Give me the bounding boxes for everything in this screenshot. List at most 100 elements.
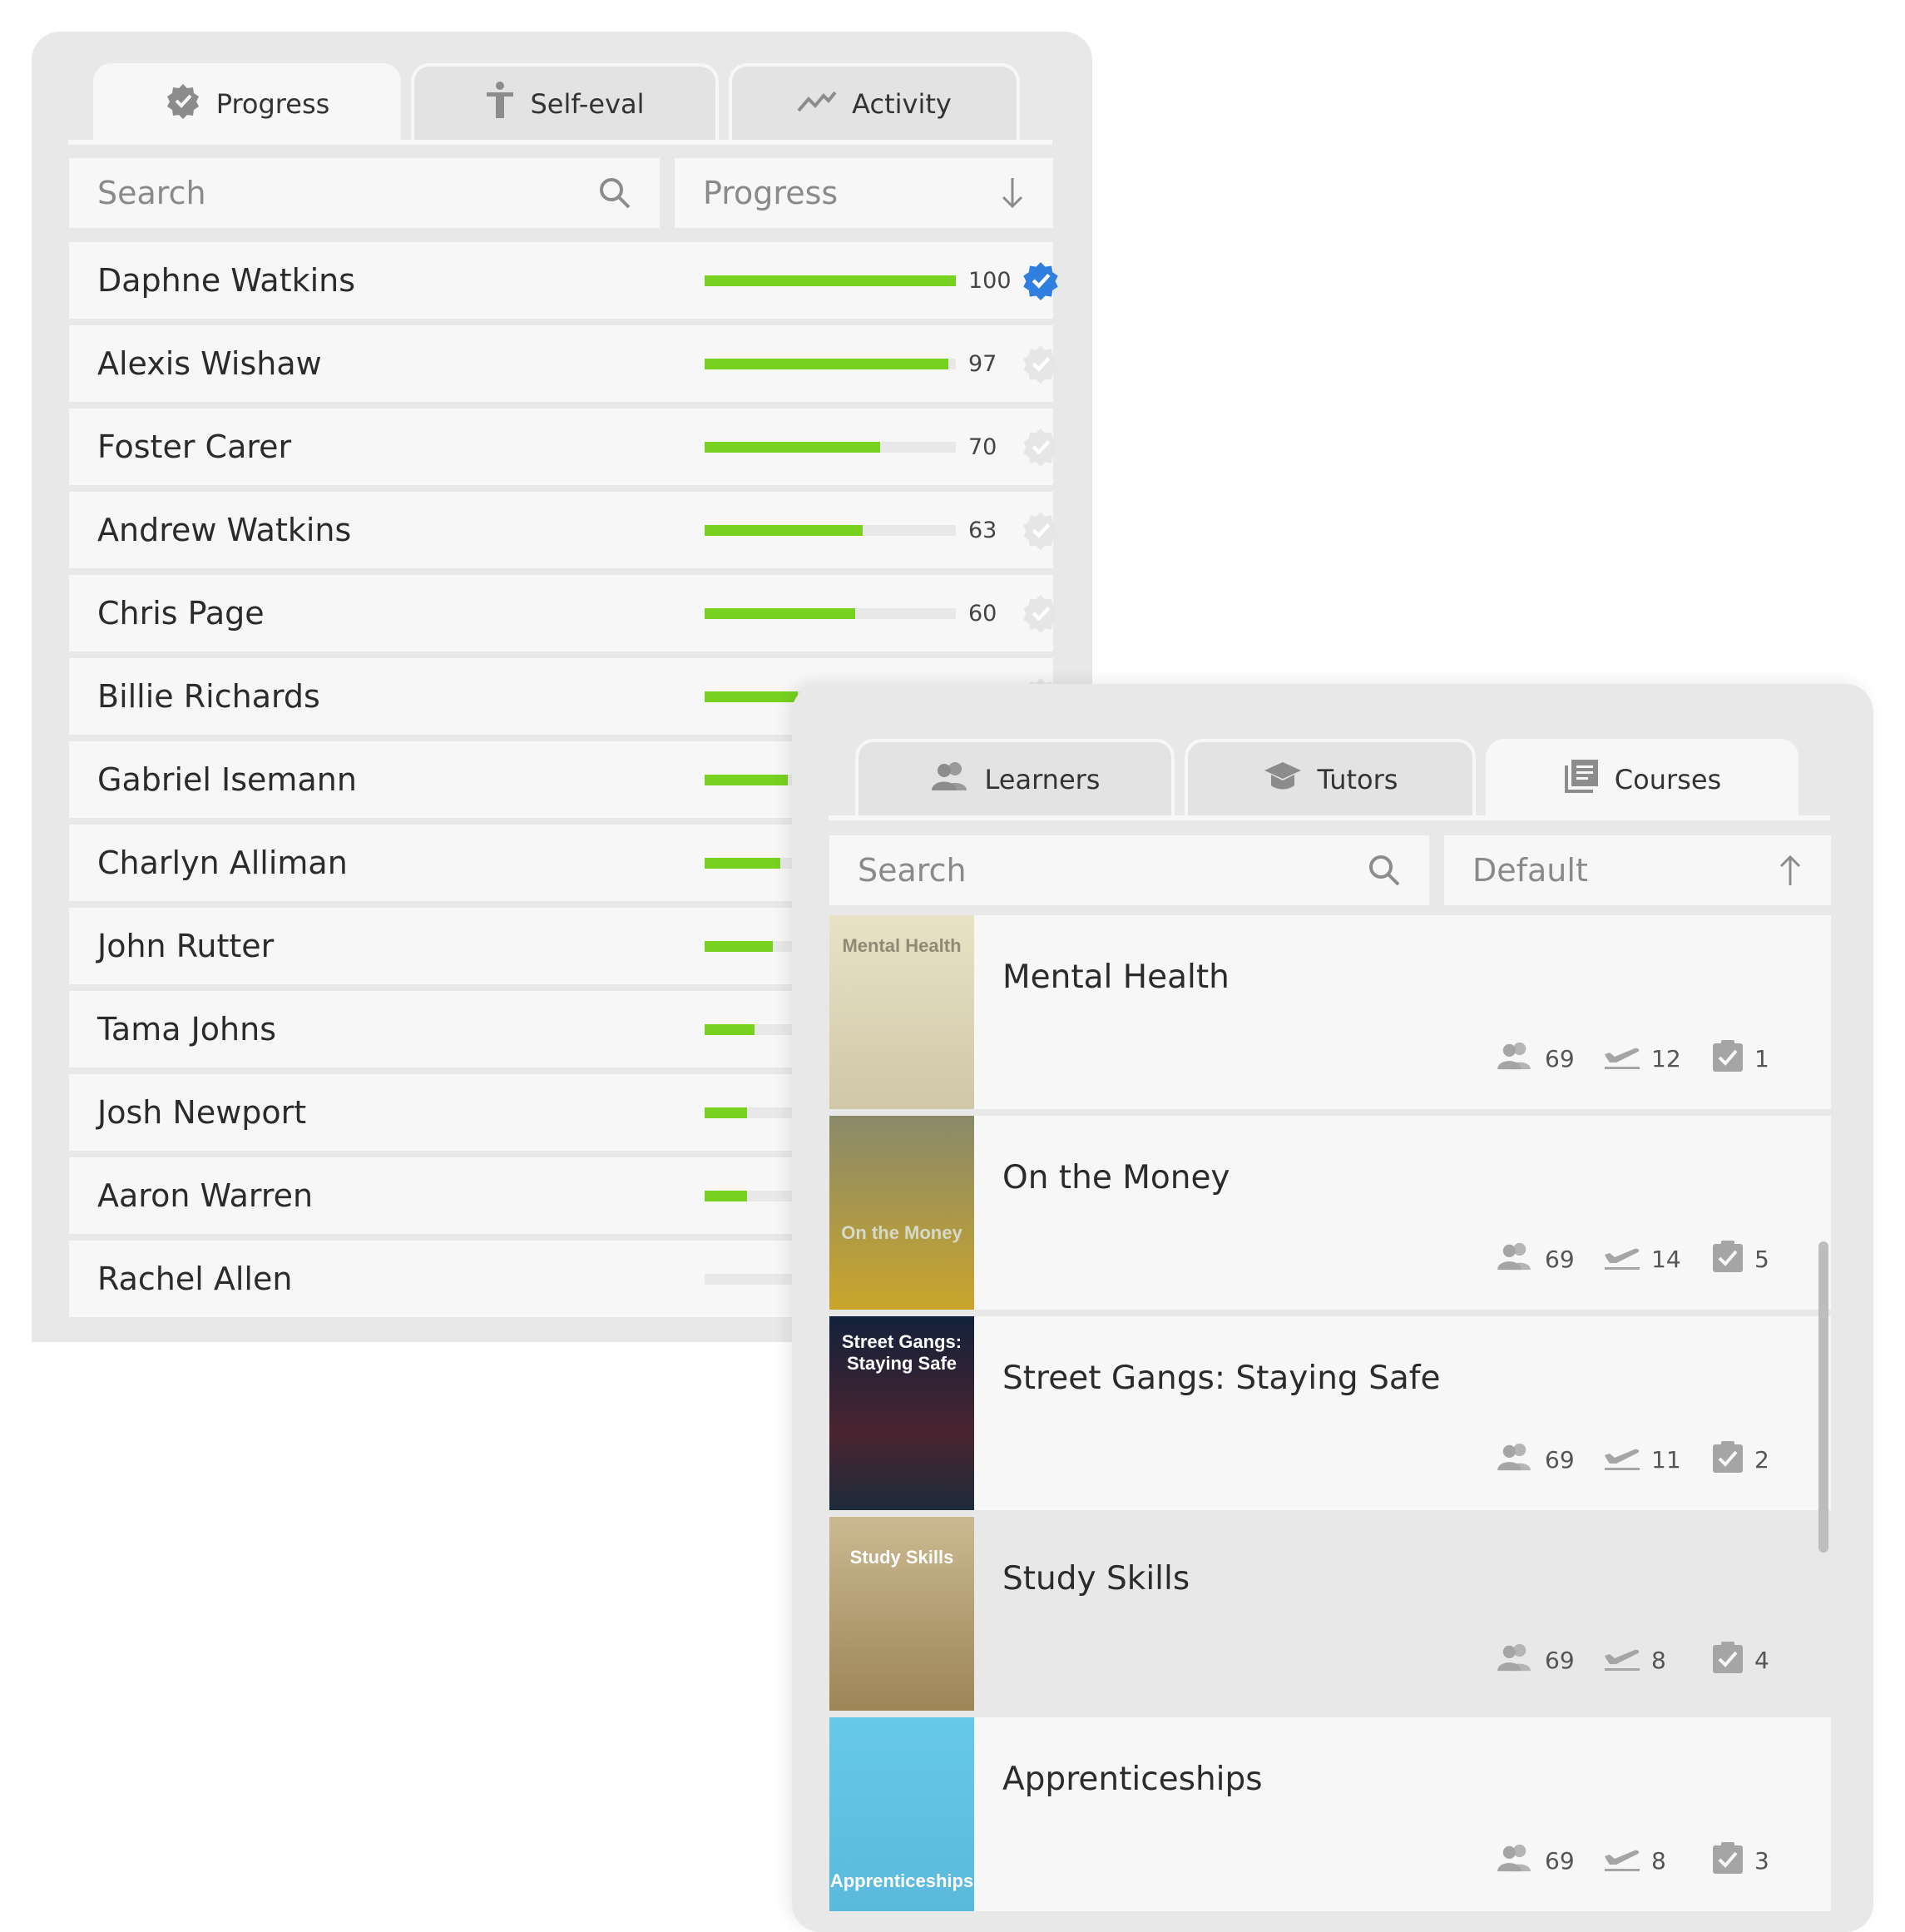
arrow-up-icon[interactable] <box>1778 854 1803 887</box>
completed-count: 1 <box>1711 1038 1769 1079</box>
learner-count-value: 69 <box>1545 1446 1575 1474</box>
completed-count-value: 1 <box>1754 1045 1769 1073</box>
sort-select[interactable]: Progress <box>675 158 1053 228</box>
completed-count: 5 <box>1711 1239 1769 1280</box>
progress-bar-fill <box>705 275 956 286</box>
progress-bar <box>705 607 956 619</box>
learner-row[interactable]: Daphne Watkins 100 <box>69 242 1058 319</box>
progress-bar-fill <box>705 607 856 619</box>
tab-learners[interactable]: Learners <box>855 739 1175 817</box>
learner-count-value: 69 <box>1545 1647 1575 1674</box>
learner-count: 69 <box>1495 1442 1603 1478</box>
learner-count-value: 69 <box>1545 1246 1575 1273</box>
course-list: Mental Health Mental Health 69 12 1 On t… <box>829 915 1831 1918</box>
plane-departure-icon <box>1603 1041 1641 1077</box>
learner-name: Gabriel Isemann <box>97 761 357 798</box>
progress-bar <box>705 275 956 286</box>
course-row[interactable]: On the Money On the Money 69 14 5 <box>829 1116 1831 1310</box>
search-input[interactable]: Search <box>69 158 660 228</box>
learner-name: Tama Johns <box>97 1011 277 1048</box>
course-stats: 69 14 5 <box>1495 1239 1769 1280</box>
progress-bar-fill <box>705 441 881 453</box>
course-thumbnail: Mental Health <box>829 915 974 1109</box>
users-icon <box>930 760 970 799</box>
tabs-underline <box>829 815 1830 820</box>
progress-bar-fill <box>705 940 773 952</box>
progress-bar <box>705 358 956 369</box>
course-row[interactable]: Apprenticeships Apprenticeships 69 8 3 <box>829 1717 1831 1911</box>
sort-select[interactable]: Default <box>1444 835 1831 905</box>
learner-row[interactable]: Alexis Wishaw 97 <box>69 325 1058 402</box>
learner-row[interactable]: Andrew Watkins 63 <box>69 492 1058 568</box>
course-title: Mental Health <box>1002 959 1230 996</box>
badge-check-icon <box>1021 593 1061 637</box>
tab-self-eval[interactable]: Self-eval <box>411 63 719 141</box>
tab-courses-label: Courses <box>1614 764 1722 795</box>
scrollbar[interactable] <box>1818 1241 1828 1553</box>
course-title: Study Skills <box>1002 1560 1190 1598</box>
progress-bar-fill <box>705 1023 755 1035</box>
plane-departure-icon <box>1603 1241 1641 1277</box>
progress-bar-fill <box>705 774 788 785</box>
course-row[interactable]: Mental Health Mental Health 69 12 1 <box>829 915 1831 1109</box>
departure-count-value: 14 <box>1651 1246 1681 1273</box>
completed-count: 3 <box>1711 1840 1769 1881</box>
completed-count-value: 3 <box>1754 1847 1769 1875</box>
course-title: Apprenticeships <box>1002 1761 1263 1798</box>
course-title: Street Gangs: Staying Safe <box>1002 1360 1441 1397</box>
thumbnail-title: Mental Health <box>842 935 962 956</box>
course-stats: 69 11 2 <box>1495 1439 1769 1480</box>
departure-count: 14 <box>1603 1241 1711 1277</box>
course-thumbnail: Apprenticeships <box>829 1717 974 1911</box>
thumbnail-title: Apprenticeships <box>829 1870 974 1891</box>
users-icon <box>1495 1241 1535 1277</box>
graduation-cap-icon <box>1263 760 1303 799</box>
users-icon <box>1495 1041 1535 1077</box>
completed-count: 2 <box>1711 1439 1769 1480</box>
users-icon <box>1495 1442 1535 1478</box>
course-row[interactable]: Study Skills Study Skills 69 8 4 <box>829 1517 1831 1711</box>
progress-tabs: Progress Self-eval Activity <box>93 63 1030 141</box>
clipboard-check-icon <box>1711 1038 1744 1079</box>
tab-courses[interactable]: Courses <box>1486 739 1799 817</box>
search-icon[interactable] <box>1368 854 1401 887</box>
completed-count: 4 <box>1711 1640 1769 1681</box>
course-thumbnail: Street Gangs: Staying Safe <box>829 1316 974 1510</box>
progress-value: 63 <box>968 517 997 543</box>
learner-name: John Rutter <box>97 928 275 964</box>
learner-row[interactable]: Foster Carer 70 <box>69 409 1058 485</box>
progress-value: 97 <box>968 350 997 377</box>
progress-toolbar: Search Progress <box>69 158 1053 228</box>
courses-tabs: Learners Tutors Courses <box>855 739 1809 817</box>
arrow-down-icon[interactable] <box>1000 176 1025 210</box>
departure-count-value: 11 <box>1651 1446 1681 1474</box>
progress-value: 70 <box>968 433 997 460</box>
learner-row[interactable]: Chris Page 60 <box>69 575 1058 651</box>
search-input[interactable]: Search <box>829 835 1429 905</box>
tab-progress[interactable]: Progress <box>93 63 401 141</box>
course-row[interactable]: Street Gangs: Staying Safe Street Gangs:… <box>829 1316 1831 1510</box>
learner-name: Aaron Warren <box>97 1177 314 1214</box>
sort-label: Default <box>1472 852 1588 889</box>
learner-count: 69 <box>1495 1642 1603 1678</box>
tab-learners-label: Learners <box>984 764 1101 795</box>
progress-bar <box>705 441 956 453</box>
learner-name: Andrew Watkins <box>97 512 352 548</box>
tab-activity[interactable]: Activity <box>729 63 1020 141</box>
clipboard-check-icon <box>1711 1640 1744 1681</box>
plane-departure-icon <box>1603 1442 1641 1478</box>
search-icon[interactable] <box>598 176 631 210</box>
course-thumbnail: On the Money <box>829 1116 974 1310</box>
badge-check-icon <box>165 82 201 126</box>
learner-count-value: 69 <box>1545 1847 1575 1875</box>
progress-bar-fill <box>705 1107 748 1118</box>
departure-count-value: 8 <box>1651 1847 1666 1875</box>
learner-count: 69 <box>1495 1041 1603 1077</box>
learner-name: Josh Newport <box>97 1094 307 1131</box>
progress-bar <box>705 524 956 536</box>
completed-count-value: 2 <box>1754 1446 1769 1474</box>
progress-bar-fill <box>705 857 780 869</box>
tab-tutors[interactable]: Tutors <box>1185 739 1476 817</box>
progress-bar-fill <box>705 691 798 702</box>
learner-count-value: 69 <box>1545 1045 1575 1073</box>
